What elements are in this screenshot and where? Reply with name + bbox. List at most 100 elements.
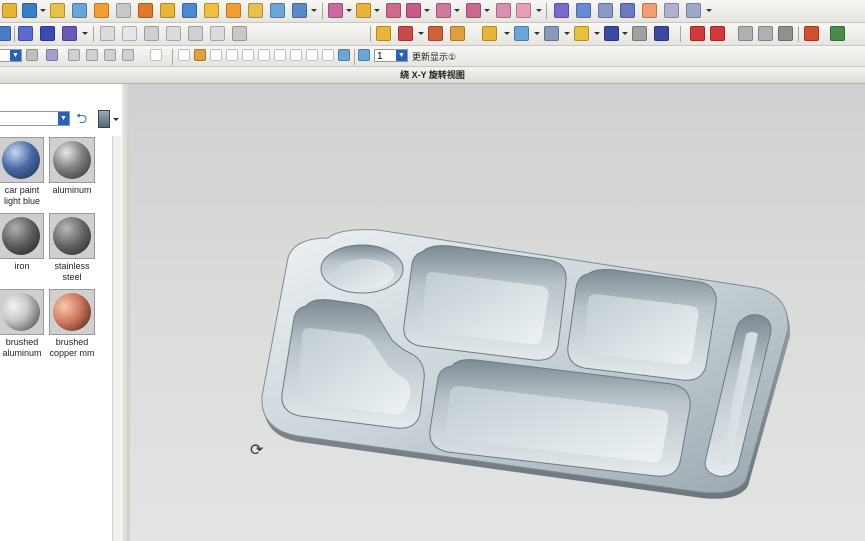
chevron-down-icon[interactable] bbox=[706, 9, 712, 12]
last-frame-icon[interactable] bbox=[758, 26, 773, 41]
line-icon[interactable] bbox=[226, 49, 238, 61]
midpoint-icon[interactable] bbox=[210, 49, 222, 61]
material-swatch-brushed-aluminum[interactable] bbox=[0, 289, 44, 335]
snap-point-icon[interactable] bbox=[178, 49, 190, 61]
undo-icon[interactable] bbox=[68, 49, 80, 61]
work-layer-dropdown[interactable]: 1 ▼ bbox=[374, 49, 408, 62]
chamfer-icon[interactable] bbox=[182, 3, 197, 18]
analysis-icon[interactable] bbox=[376, 26, 391, 41]
first-frame-icon[interactable] bbox=[690, 26, 705, 41]
record-icon[interactable] bbox=[778, 26, 793, 41]
draft-icon[interactable] bbox=[226, 3, 241, 18]
edge-icon[interactable] bbox=[100, 26, 115, 41]
pattern-icon[interactable] bbox=[270, 3, 285, 18]
find-icon[interactable] bbox=[632, 26, 647, 41]
offset-curve-icon[interactable] bbox=[144, 26, 159, 41]
section-view-icon[interactable] bbox=[428, 26, 443, 41]
rotate-icon[interactable] bbox=[122, 49, 134, 61]
annotation-icon[interactable] bbox=[654, 26, 669, 41]
point-on-curve-icon[interactable] bbox=[338, 49, 350, 61]
extrude-icon[interactable] bbox=[94, 3, 109, 18]
play-icon[interactable] bbox=[738, 26, 753, 41]
delete-face-icon[interactable] bbox=[516, 3, 531, 18]
filter-icon[interactable] bbox=[26, 49, 38, 61]
edit-icon[interactable] bbox=[0, 26, 11, 41]
feature-icon[interactable] bbox=[50, 3, 65, 18]
smooth-icon[interactable] bbox=[122, 26, 137, 41]
chevron-down-icon[interactable] bbox=[374, 9, 380, 12]
revolve-icon[interactable] bbox=[116, 3, 131, 18]
previous-frame-icon[interactable] bbox=[710, 26, 725, 41]
chevron-down-icon[interactable] bbox=[484, 9, 490, 12]
chevron-down-icon[interactable] bbox=[40, 9, 46, 12]
chevron-down-icon[interactable] bbox=[113, 118, 119, 121]
sketch-icon[interactable] bbox=[72, 3, 87, 18]
lasso-icon[interactable] bbox=[86, 49, 98, 61]
text-icon[interactable] bbox=[604, 26, 619, 41]
chevron-down-icon[interactable] bbox=[346, 9, 352, 12]
trim-icon[interactable] bbox=[248, 3, 263, 18]
render-icon[interactable] bbox=[482, 26, 497, 41]
graphics-viewport[interactable]: ⟳ bbox=[130, 84, 865, 541]
motion-icon[interactable] bbox=[804, 26, 819, 41]
sweep-icon[interactable] bbox=[598, 3, 613, 18]
through-curves-icon[interactable] bbox=[576, 3, 591, 18]
highlight-icon[interactable] bbox=[450, 26, 465, 41]
panel-resize-handle[interactable] bbox=[122, 84, 130, 541]
material-swatch-car-paint[interactable] bbox=[0, 137, 44, 183]
chevron-down-icon[interactable] bbox=[418, 32, 424, 35]
offset-face-icon[interactable] bbox=[406, 3, 421, 18]
tangent-icon[interactable] bbox=[258, 49, 270, 61]
chevron-down-icon[interactable] bbox=[82, 32, 88, 35]
sketch-tool-icon[interactable] bbox=[18, 26, 33, 41]
chevron-down-icon[interactable] bbox=[622, 32, 628, 35]
material-icon[interactable] bbox=[574, 26, 589, 41]
measure-icon[interactable] bbox=[398, 26, 413, 41]
face-blend-icon[interactable] bbox=[642, 3, 657, 18]
chevron-down-icon[interactable] bbox=[534, 32, 540, 35]
intersect-curve-icon[interactable] bbox=[188, 26, 203, 41]
simulation-icon[interactable] bbox=[830, 26, 845, 41]
shell-icon[interactable] bbox=[204, 3, 219, 18]
subtract-icon[interactable] bbox=[356, 3, 371, 18]
surface-icon[interactable] bbox=[554, 3, 569, 18]
layer-icon[interactable] bbox=[544, 26, 559, 41]
intersect-icon[interactable] bbox=[386, 3, 401, 18]
endpoint-icon[interactable] bbox=[194, 49, 206, 61]
chevron-down-icon[interactable] bbox=[504, 32, 510, 35]
eraser-icon[interactable] bbox=[62, 26, 77, 41]
chevron-down-icon[interactable] bbox=[564, 32, 570, 35]
light-icon[interactable] bbox=[514, 26, 529, 41]
selection-filter-dropdown[interactable]: ▼ bbox=[0, 49, 22, 62]
split-body-icon[interactable] bbox=[466, 3, 481, 18]
selection-scope-icon[interactable] bbox=[46, 49, 58, 61]
component-icon[interactable] bbox=[22, 3, 37, 18]
redo-icon[interactable] bbox=[104, 49, 116, 61]
mirror-icon[interactable] bbox=[292, 3, 307, 18]
chevron-down-icon[interactable] bbox=[454, 9, 460, 12]
hole-icon[interactable] bbox=[138, 3, 153, 18]
panel-scrollbar[interactable] bbox=[112, 136, 121, 541]
bounded-plane-icon[interactable] bbox=[620, 3, 635, 18]
sew-icon[interactable] bbox=[664, 3, 679, 18]
extract-icon[interactable] bbox=[232, 26, 247, 41]
list-view-icon[interactable] bbox=[98, 110, 110, 128]
update-display-button[interactable]: 更新显示① bbox=[412, 50, 456, 63]
back-arrow-icon[interactable]: ⮌ bbox=[76, 111, 91, 126]
existing-point-icon[interactable] bbox=[322, 49, 334, 61]
trim-body-icon[interactable] bbox=[686, 3, 701, 18]
center-icon[interactable] bbox=[274, 49, 286, 61]
chevron-down-icon[interactable] bbox=[594, 32, 600, 35]
unite-icon[interactable] bbox=[328, 3, 343, 18]
material-swatch-iron[interactable] bbox=[0, 213, 44, 259]
material-swatch-stainless-steel[interactable] bbox=[49, 213, 95, 259]
arc-icon[interactable] bbox=[242, 49, 254, 61]
replace-face-icon[interactable] bbox=[496, 3, 511, 18]
intersection-icon[interactable] bbox=[306, 49, 318, 61]
chevron-down-icon[interactable] bbox=[424, 9, 430, 12]
rectangle-select-icon[interactable] bbox=[150, 49, 162, 61]
thicken-icon[interactable] bbox=[436, 3, 451, 18]
work-layer-icon[interactable] bbox=[358, 49, 370, 61]
chevron-down-icon[interactable] bbox=[311, 9, 317, 12]
pencil-icon[interactable] bbox=[40, 26, 55, 41]
